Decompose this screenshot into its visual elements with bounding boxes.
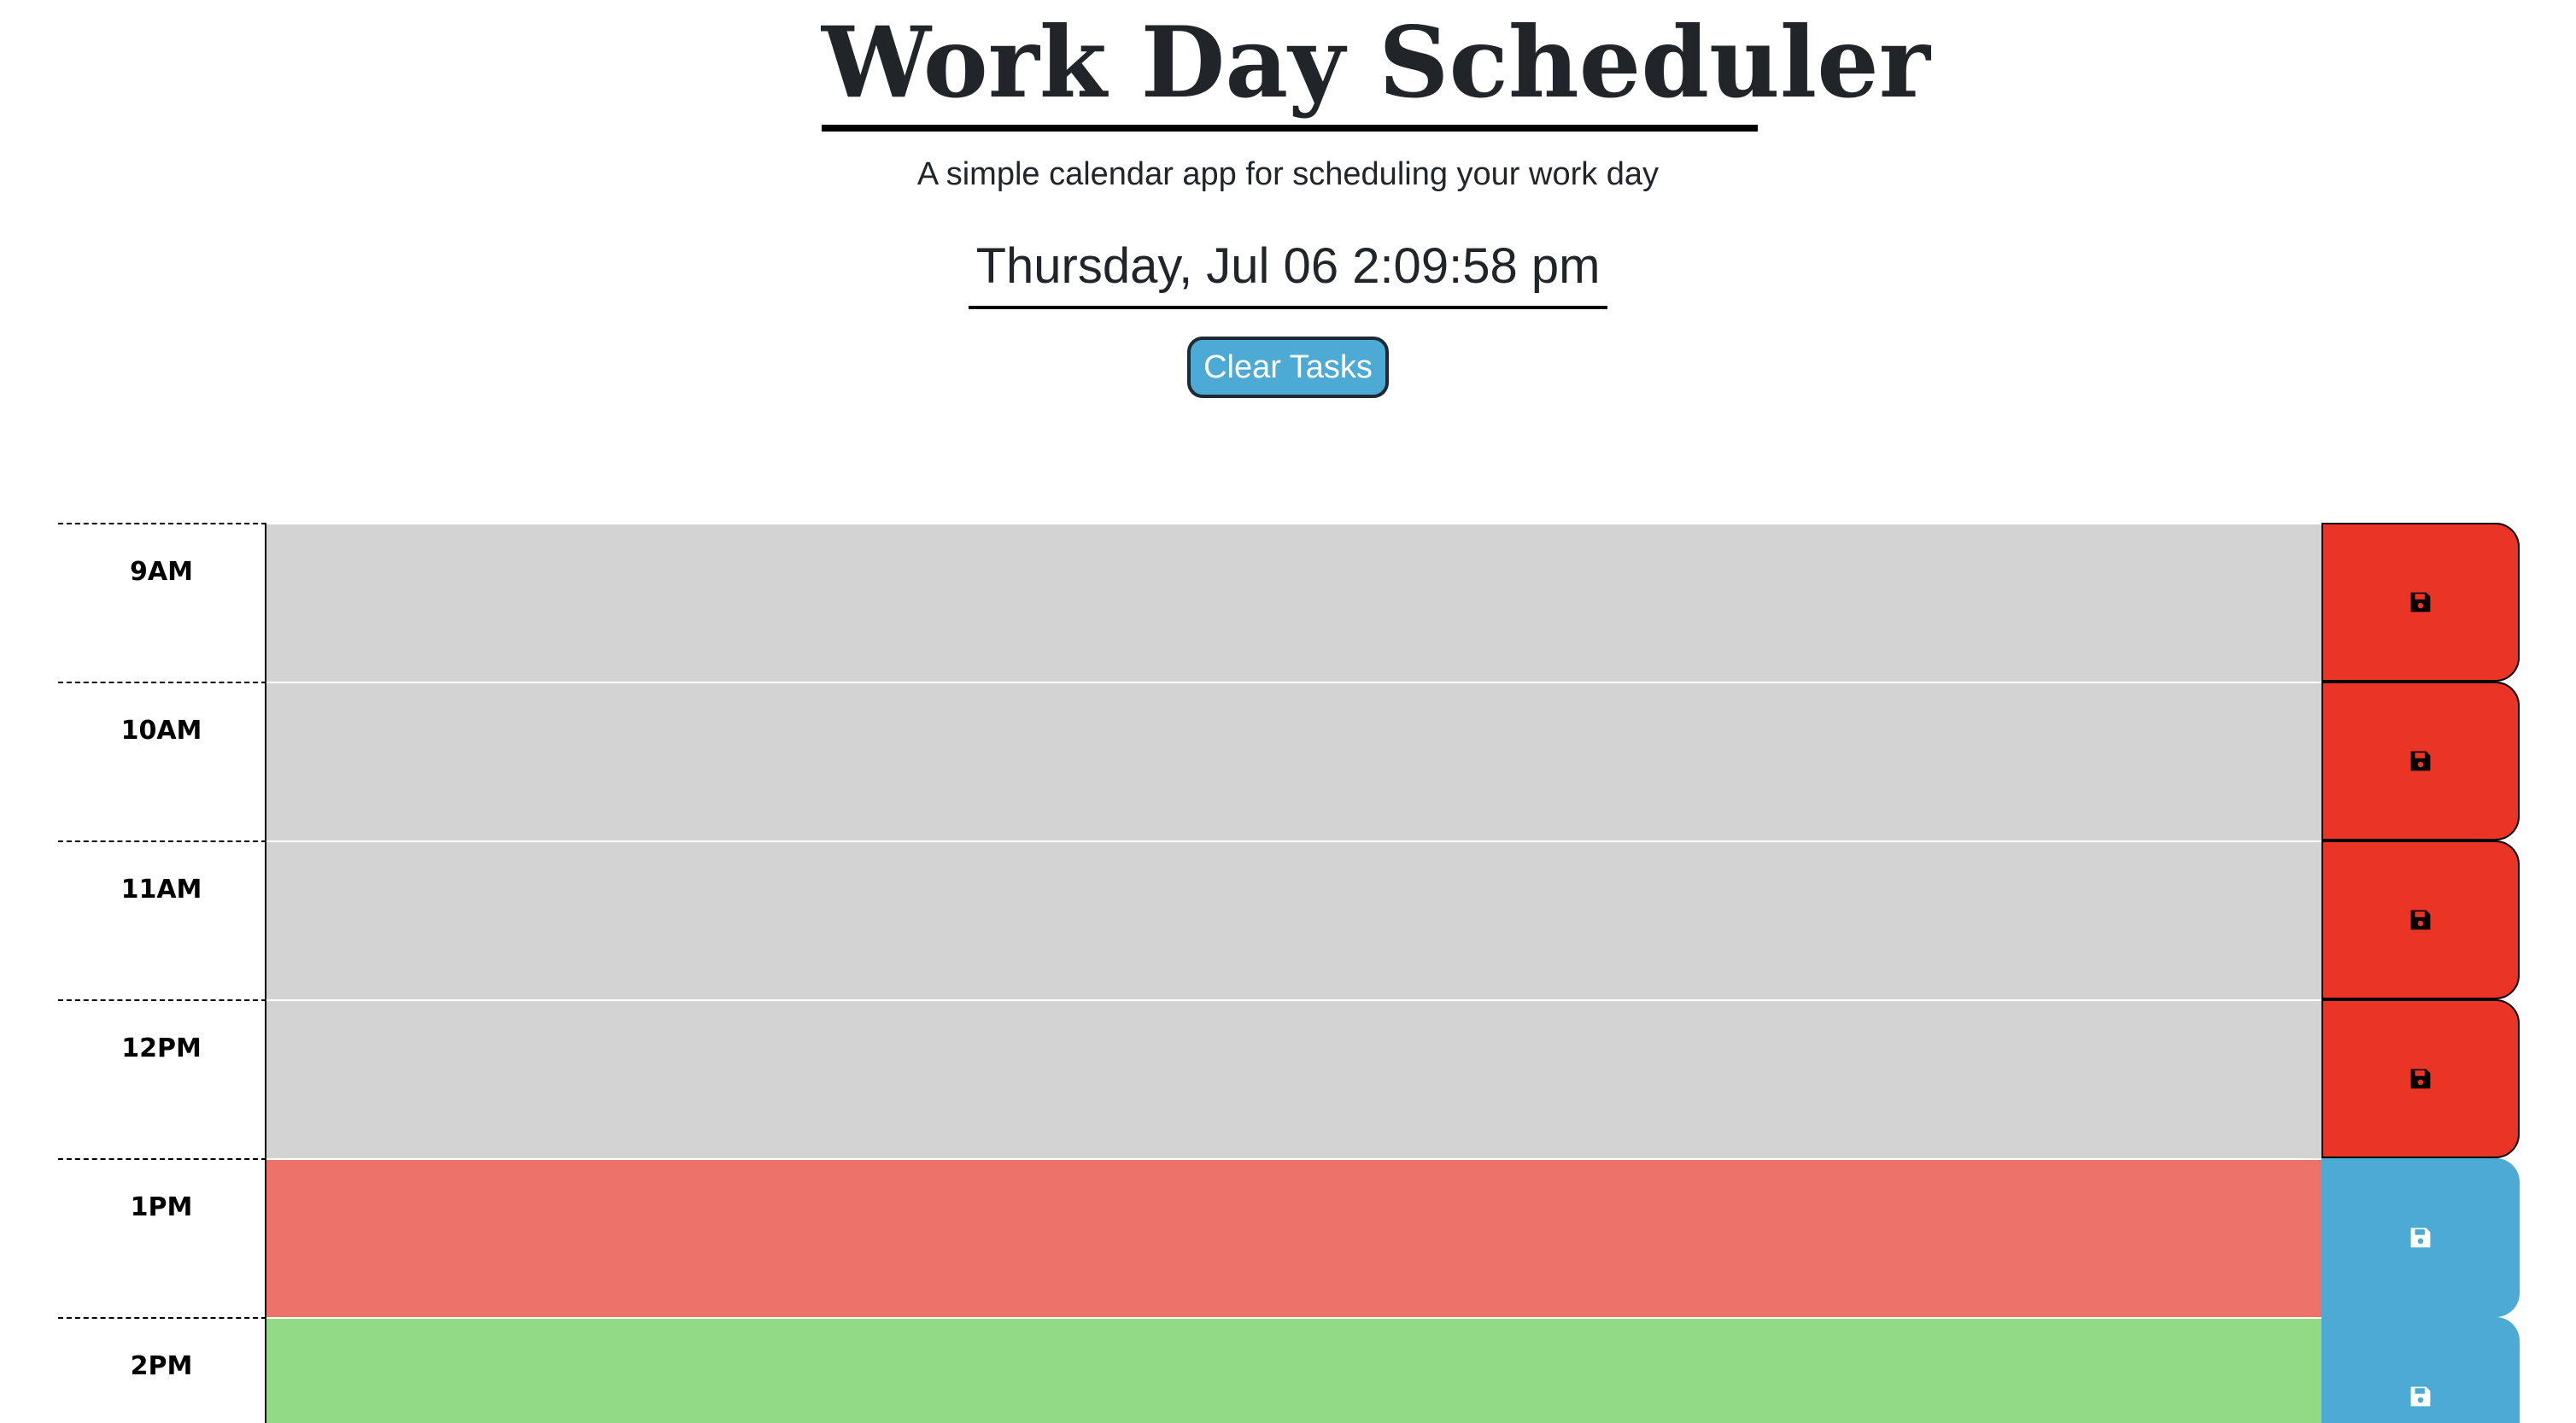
task-description-input[interactable] (266, 999, 2321, 1158)
save-icon (2410, 1069, 2431, 1089)
task-description-input[interactable] (266, 523, 2321, 682)
scheduler-page: Work Day Scheduler A simple calendar app… (0, 0, 2576, 1423)
save-icon (2410, 910, 2431, 930)
hour-label: 11AM (58, 840, 266, 999)
hour-label: 9AM (58, 523, 266, 682)
task-description-input[interactable] (266, 682, 2321, 840)
hour-label: 12PM (58, 999, 266, 1158)
time-block-11am: 11AM (58, 840, 2520, 999)
time-block-1pm: 1PM (58, 1158, 2520, 1317)
time-block-9am: 9AM (58, 523, 2520, 682)
save-button[interactable] (2321, 682, 2520, 840)
task-description-input[interactable] (266, 840, 2321, 999)
task-description-input[interactable] (266, 1317, 2321, 1423)
save-icon (2410, 592, 2431, 612)
hour-label: 2PM (58, 1317, 266, 1423)
hour-label: 10AM (58, 682, 266, 840)
page-subtitle: A simple calendar app for scheduling you… (916, 156, 1660, 192)
save-button[interactable] (2321, 523, 2520, 682)
save-icon (2410, 1386, 2431, 1407)
save-button[interactable] (2321, 1317, 2520, 1423)
time-block-2pm: 2PM (58, 1317, 2520, 1423)
page-title: Work Day Scheduler (822, 5, 1930, 120)
save-button[interactable] (2321, 999, 2520, 1158)
task-description-input[interactable] (266, 1158, 2321, 1317)
clear-tasks-button[interactable]: Clear Tasks (1187, 337, 1389, 398)
hour-label: 1PM (58, 1158, 266, 1317)
time-block-10am: 10AM (58, 682, 2520, 840)
save-icon (2410, 1227, 2431, 1248)
current-day: Thursday, Jul 06 2:09:58 pm (975, 238, 1601, 294)
save-icon (2410, 751, 2431, 771)
current-day-wrapper: Thursday, Jul 06 2:09:58 pm (969, 232, 1607, 309)
time-block-12pm: 12PM (58, 999, 2520, 1158)
save-button[interactable] (2321, 1158, 2520, 1317)
save-button[interactable] (2321, 840, 2520, 999)
title-underline: Work Day Scheduler (822, 0, 1930, 132)
